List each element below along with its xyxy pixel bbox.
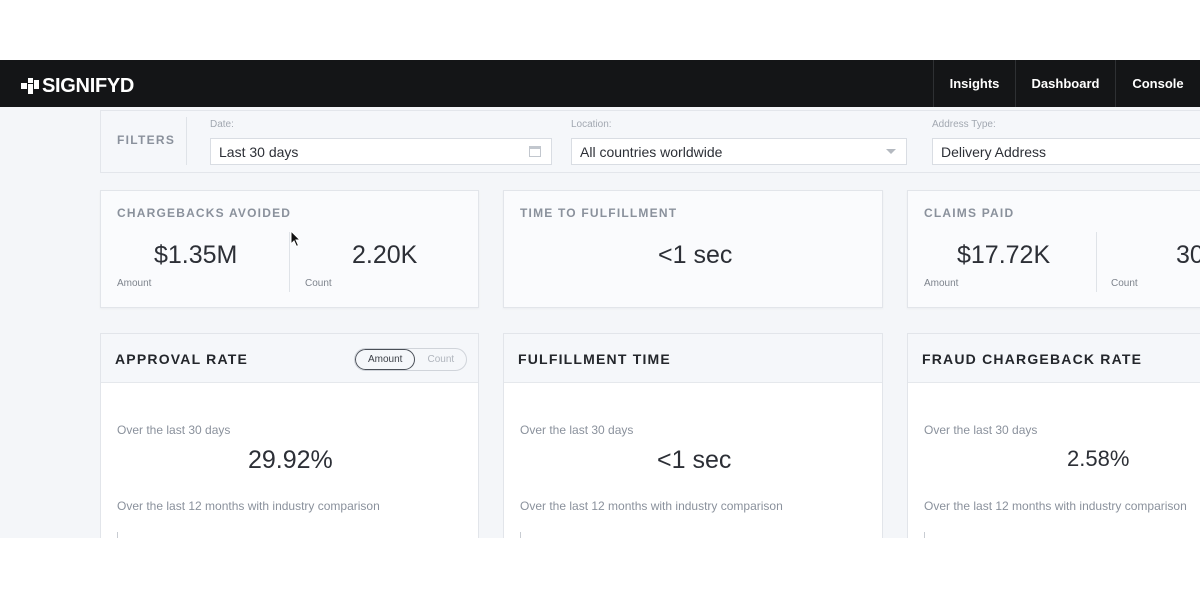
comparison-label: Over the last 12 months with industry co…: [520, 499, 783, 513]
claims-amount: $17.72K: [957, 241, 1051, 269]
chargebacks-avoided-card: CHARGEBACKS AVOIDED $1.35M Amount 2.20K …: [100, 190, 479, 308]
location-label: Location:: [571, 119, 612, 130]
filters-divider: [186, 117, 187, 165]
count-label: Count: [1111, 278, 1138, 289]
logo-mark-icon: [21, 78, 39, 94]
chart-axis-tick: [924, 532, 925, 538]
claims-paid-card: CLAIMS PAID $17.72K Amount 30 Count: [907, 190, 1200, 308]
time-to-fulfillment-card: TIME TO FULFILLMENT <1 sec: [503, 190, 883, 308]
chart-axis-tick: [117, 532, 118, 538]
card-title: CHARGEBACKS AVOIDED: [117, 206, 292, 220]
panel-title: FULFILLMENT TIME: [518, 351, 671, 367]
logo-text: SIGNIFYD: [42, 75, 135, 97]
comparison-label: Over the last 12 months with industry co…: [924, 499, 1187, 513]
nav-dashboard[interactable]: Dashboard: [1015, 60, 1115, 107]
main-nav: Insights Dashboard Console: [933, 60, 1200, 107]
amount-label: Amount: [117, 278, 152, 289]
signifyd-logo[interactable]: SIGNIFYD: [21, 76, 134, 96]
card-title: CLAIMS PAID: [924, 206, 1015, 220]
address-type-value: Delivery Address: [941, 144, 1047, 160]
stat-divider: [1096, 232, 1097, 292]
toggle-count[interactable]: Count: [415, 349, 466, 370]
address-type-label: Address Type:: [932, 119, 996, 130]
toggle-amount[interactable]: Amount: [355, 349, 416, 370]
chargebacks-count: 2.20K: [352, 241, 418, 269]
panel-header: APPROVAL RATE Amount Count: [101, 334, 478, 383]
app-frame: SIGNIFYD Insights Dashboard Console FILT…: [0, 60, 1200, 538]
period-label: Over the last 30 days: [520, 423, 634, 437]
mouse-pointer-icon: [290, 230, 302, 248]
chevron-down-icon: [886, 149, 896, 154]
panel-title: FRAUD CHARGEBACK RATE: [922, 351, 1143, 367]
chart-axis-tick: [520, 532, 521, 538]
fulfillment-time-value: <1 sec: [657, 446, 732, 474]
panel-header: FULFILLMENT TIME: [504, 334, 882, 383]
amount-label: Amount: [924, 278, 959, 289]
location-value: All countries worldwide: [580, 144, 723, 160]
date-picker[interactable]: Last 30 days: [210, 138, 552, 165]
fraud-rate-value: 2.58%: [1067, 446, 1130, 471]
date-label: Date:: [210, 119, 234, 130]
top-navbar: SIGNIFYD Insights Dashboard Console: [0, 60, 1200, 107]
calendar-icon[interactable]: [529, 146, 541, 157]
fraud-chargeback-rate-panel: FRAUD CHARGEBACK RATE Over the last 30 d…: [907, 333, 1200, 538]
comparison-label: Over the last 12 months with industry co…: [117, 499, 380, 513]
location-select[interactable]: All countries worldwide: [571, 138, 907, 165]
period-label: Over the last 30 days: [924, 423, 1038, 437]
address-type-select[interactable]: Delivery Address: [932, 138, 1200, 165]
panel-header: FRAUD CHARGEBACK RATE: [908, 334, 1200, 383]
fulfillment-value: <1 sec: [658, 241, 733, 269]
date-value: Last 30 days: [219, 144, 299, 160]
amount-count-toggle: Amount Count: [354, 348, 468, 371]
nav-insights[interactable]: Insights: [933, 60, 1015, 107]
card-title: TIME TO FULFILLMENT: [520, 206, 678, 220]
claims-count: 30: [1176, 241, 1200, 269]
approval-rate-value: 29.92%: [248, 446, 333, 474]
panel-title: APPROVAL RATE: [115, 351, 249, 367]
fulfillment-time-panel: FULFILLMENT TIME Over the last 30 days <…: [503, 333, 883, 538]
approval-rate-panel: APPROVAL RATE Amount Count Over the last…: [100, 333, 479, 538]
filters-bar: FILTERS Date: Last 30 days Location: All…: [100, 110, 1200, 173]
nav-console[interactable]: Console: [1115, 60, 1200, 107]
filters-title: FILTERS: [117, 133, 176, 147]
period-label: Over the last 30 days: [117, 423, 231, 437]
chargebacks-amount: $1.35M: [154, 241, 238, 269]
count-label: Count: [305, 278, 332, 289]
